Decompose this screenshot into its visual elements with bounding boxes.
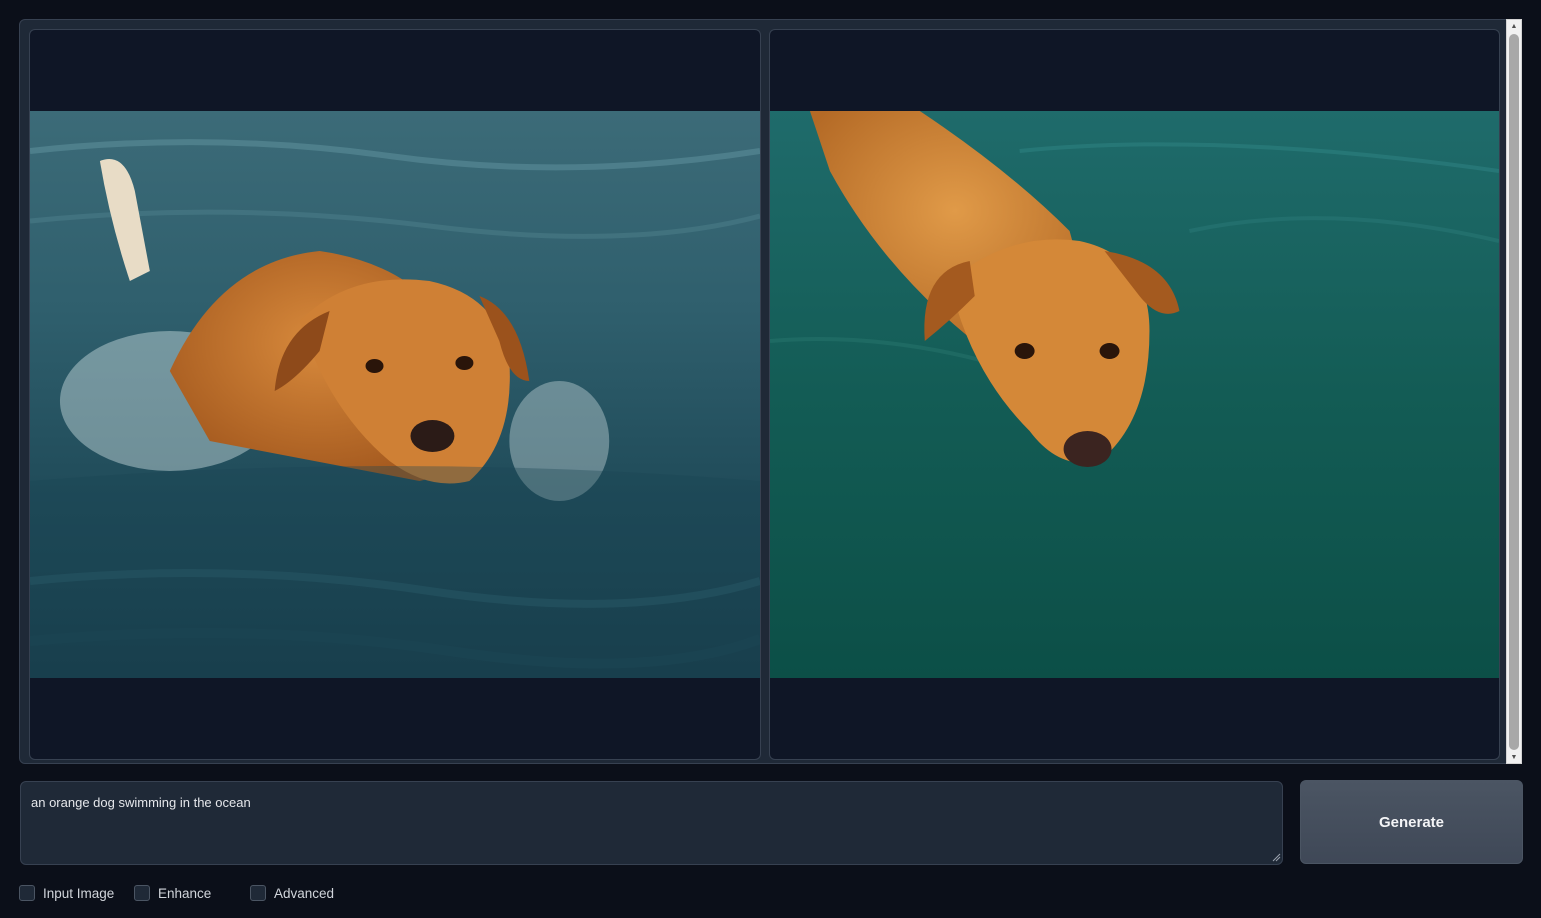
gallery-scrollbar[interactable]: ▲ ▼ (1506, 19, 1522, 764)
scroll-down-icon[interactable]: ▼ (1507, 751, 1521, 763)
input-image-label: Input Image (43, 885, 115, 901)
scrollbar-thumb[interactable] (1509, 34, 1519, 750)
scroll-up-icon[interactable]: ▲ (1507, 20, 1521, 32)
advanced-option[interactable]: Advanced (250, 883, 334, 903)
enhance-checkbox[interactable] (134, 885, 150, 901)
input-image-option[interactable]: Input Image (19, 883, 114, 903)
gallery-image-1[interactable] (29, 29, 761, 760)
gallery-image-2[interactable] (769, 29, 1500, 760)
generate-button[interactable]: Generate (1300, 780, 1523, 864)
resize-handle-icon[interactable] (1271, 852, 1281, 862)
advanced-checkbox[interactable] (250, 885, 266, 901)
image-gallery (19, 19, 1522, 764)
dog-photo-1 (30, 111, 760, 678)
input-image-checkbox[interactable] (19, 885, 35, 901)
enhance-label: Enhance (158, 885, 212, 901)
enhance-option[interactable]: Enhance (134, 883, 211, 903)
prompt-input[interactable]: an orange dog swimming in the ocean (20, 781, 1283, 865)
dog-photo-2 (770, 111, 1499, 678)
advanced-label: Advanced (274, 885, 335, 901)
